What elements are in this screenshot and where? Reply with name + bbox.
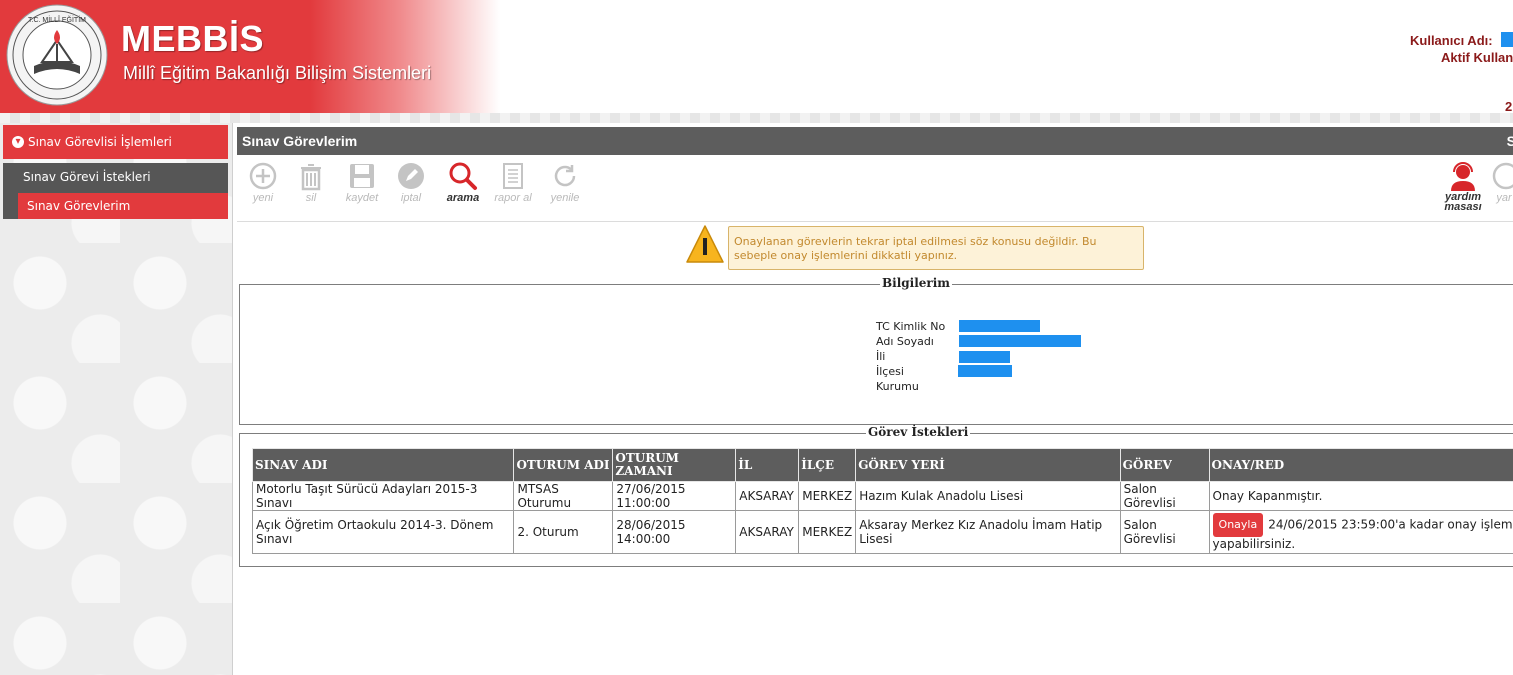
sidebar-item-my-exam-tasks[interactable]: Sınav Görevlerim [18,193,228,219]
cell-session-time: 28/06/2015 14:00:00 [612,510,737,554]
magnifier-icon [449,162,477,190]
brand-subtitle: Millî Eğitim Bakanlığı Bilişim Sistemler… [123,63,432,83]
cell-district: MERKEZ [798,481,857,511]
trash-icon [301,164,321,191]
province-value-redacted [959,351,1010,363]
help-label: yar [1496,192,1512,204]
col-task-role[interactable]: GÖREV [1119,448,1210,482]
table-header-row: SINAV ADI OTURUM ADI OTURUM ZAMANI İL İL… [251,448,1513,482]
document-icon [503,163,523,189]
new-label: yeni [252,192,274,204]
cell-session-name: MTSAS Oturumu [513,481,614,511]
refresh-icon [554,165,576,187]
table-row: Açık Öğretim Ortaokulu 2014-3. Dönem Sın… [251,510,1513,554]
cancel-label: iptal [400,192,422,204]
search-label: arama [446,192,480,204]
cell-province: AKSARAY [735,510,800,554]
header: T.C. MİLLÎ EĞİTİM MEBBİS Millî Eğitim Ba… [0,0,1513,114]
username-label: Kullanıcı Adı: [1410,33,1493,48]
cell-task-role: Salon Görevlisi [1119,481,1210,511]
page-title: Sınav Görevlerim [242,133,358,149]
delete-button[interactable]: sil [287,159,335,209]
cell-session-time: 27/06/2015 11:00:00 [612,481,737,511]
floppy-disk-icon [350,164,374,188]
svg-text:T.C. MİLLÎ EĞİTİM: T.C. MİLLÎ EĞİTİM [28,15,86,24]
task-requests-fieldset: Görev İstekleri SINAV ADI OTURUM ADI OTU… [239,425,1513,567]
table-row: Motorlu Taşıt Sürücü Adayları 2015-3 Sın… [251,481,1513,511]
col-district[interactable]: İLÇE [798,448,857,482]
save-button[interactable]: kaydet [338,159,386,209]
collapse-arrow-icon: ▾ [12,136,24,148]
save-label: kaydet [345,192,379,204]
active-user-label: Aktif Kullan [1441,50,1513,65]
province-label: İli [876,350,886,363]
district-label: İlçesi [876,365,904,378]
institution-label: Kurumu [876,380,919,393]
cell-district: MERKEZ [798,510,857,554]
header-right-text: 2 [1505,99,1513,114]
sidebar-submenu: Sınav Görevi İstekleri Sınav Görevlerim [3,163,228,219]
refresh-button[interactable]: yenile [541,159,589,209]
main-content: Sınav Görevlerim S yeni sil kaydet iptal… [233,123,1513,675]
help-desk-label: yardım masası [1435,192,1491,213]
brand-title: MEBBİS [121,18,265,59]
cell-exam-name: Açık Öğretim Ortaokulu 2014-3. Dönem Sın… [251,510,515,554]
toolbar: yeni sil kaydet iptal arama rapor al yen… [237,159,1513,222]
cell-task-place: Hazım Kulak Anadolu Lisesi [855,481,1121,511]
pencil-circle-icon [398,163,424,189]
cell-session-name: 2. Oturum [513,510,614,554]
cell-task-role: Salon Görevlisi [1119,510,1210,554]
help-desk-button[interactable]: yardım masası [1435,159,1491,213]
page-title-right: S [1506,133,1513,149]
delete-label: sil [305,192,317,204]
ministry-logo: T.C. MİLLÎ EĞİTİM [6,4,108,106]
warning-icon [686,225,724,263]
approve-button[interactable]: Onayla [1212,513,1264,537]
tc-id-label: TC Kimlik No [876,320,946,333]
cell-exam-name: Motorlu Taşıt Sürücü Adayları 2015-3 Sın… [251,481,515,511]
refresh-label: yenile [550,192,580,204]
help-circle-icon [1492,162,1513,190]
cell-province: AKSARAY [735,481,800,511]
sidebar: ▾ Sınav Görevlisi İşlemleri Sınav Görevi… [0,123,233,675]
task-requests-legend: Görev İstekleri [866,425,971,439]
col-province[interactable]: İL [735,448,800,482]
page-title-bar: Sınav Görevlerim S [237,127,1513,155]
tc-id-value-redacted [959,320,1040,332]
district-value-redacted [958,365,1012,377]
col-exam-name[interactable]: SINAV ADI [251,448,515,482]
sidebar-item-exam-requests[interactable]: Sınav Görevi İstekleri [23,170,151,184]
sidebar-section-label: Sınav Görevlisi İşlemleri [28,135,172,149]
col-session-name[interactable]: OTURUM ADI [513,448,614,482]
task-requests-table: SINAV ADI OTURUM ADI OTURUM ZAMANI İL İL… [251,448,1513,554]
warning-message: Onaylanan görevlerin tekrar iptal edilme… [728,226,1144,270]
report-button[interactable]: rapor al [489,159,537,209]
plus-circle-icon [249,162,277,190]
full-name-label: Adı Soyadı [876,335,934,348]
col-task-place[interactable]: GÖREV YERİ [855,448,1121,482]
help-desk-line2: masası [1444,201,1482,213]
cell-approval-status: Onay Kapanmıştır. [1208,481,1513,511]
new-button[interactable]: yeni [239,159,287,209]
full-name-value-redacted [959,335,1081,347]
sidebar-section-exam-officer[interactable]: ▾ Sınav Görevlisi İşlemleri [3,125,228,159]
header-divider [0,113,1513,123]
search-button[interactable]: arama [439,159,487,209]
cell-task-place: Aksaray Merkez Kız Anadolu İmam Hatip Li… [855,510,1121,554]
cell-approval-action: Onayla 24/06/2015 23:59:00'a kadar onay i… [1208,510,1513,554]
help-button[interactable]: yar [1491,159,1513,209]
col-approve-reject[interactable]: ONAY/RED [1208,448,1513,482]
cancel-button[interactable]: iptal [387,159,435,209]
col-session-time[interactable]: OTURUM ZAMANI [612,448,737,482]
username-redacted [1501,32,1513,47]
headset-support-icon [1451,162,1475,191]
my-info-legend: Bilgilerim [880,276,952,290]
report-label: rapor al [494,192,532,204]
